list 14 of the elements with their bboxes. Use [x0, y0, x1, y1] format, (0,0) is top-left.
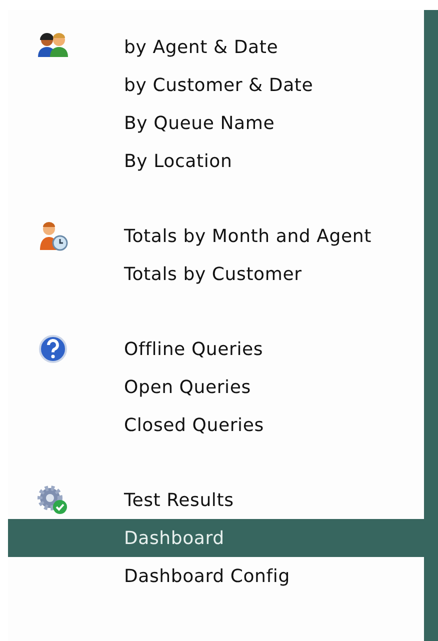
menu-item[interactable]: Totals by Month and Agent	[8, 217, 424, 255]
menu-item[interactable]: by Customer & Date	[8, 66, 424, 104]
help-icon	[36, 333, 70, 365]
menu-item[interactable]: Closed Queries	[8, 406, 424, 444]
menu-item[interactable]: Open Queries	[8, 368, 424, 406]
menu-item[interactable]: Test Results	[8, 481, 424, 519]
menu-item[interactable]: Totals by Customer	[8, 255, 424, 293]
menu-item[interactable]: Offline Queries	[8, 330, 424, 368]
gear-check-icon	[36, 484, 70, 516]
menu-item[interactable]: Dashboard Config	[8, 557, 424, 595]
menu-item[interactable]: By Location	[8, 142, 424, 180]
menu-item[interactable]: By Queue Name	[8, 104, 424, 142]
menu-item[interactable]: Dashboard	[8, 519, 424, 557]
menu-item[interactable]: by Agent & Date	[8, 28, 424, 66]
